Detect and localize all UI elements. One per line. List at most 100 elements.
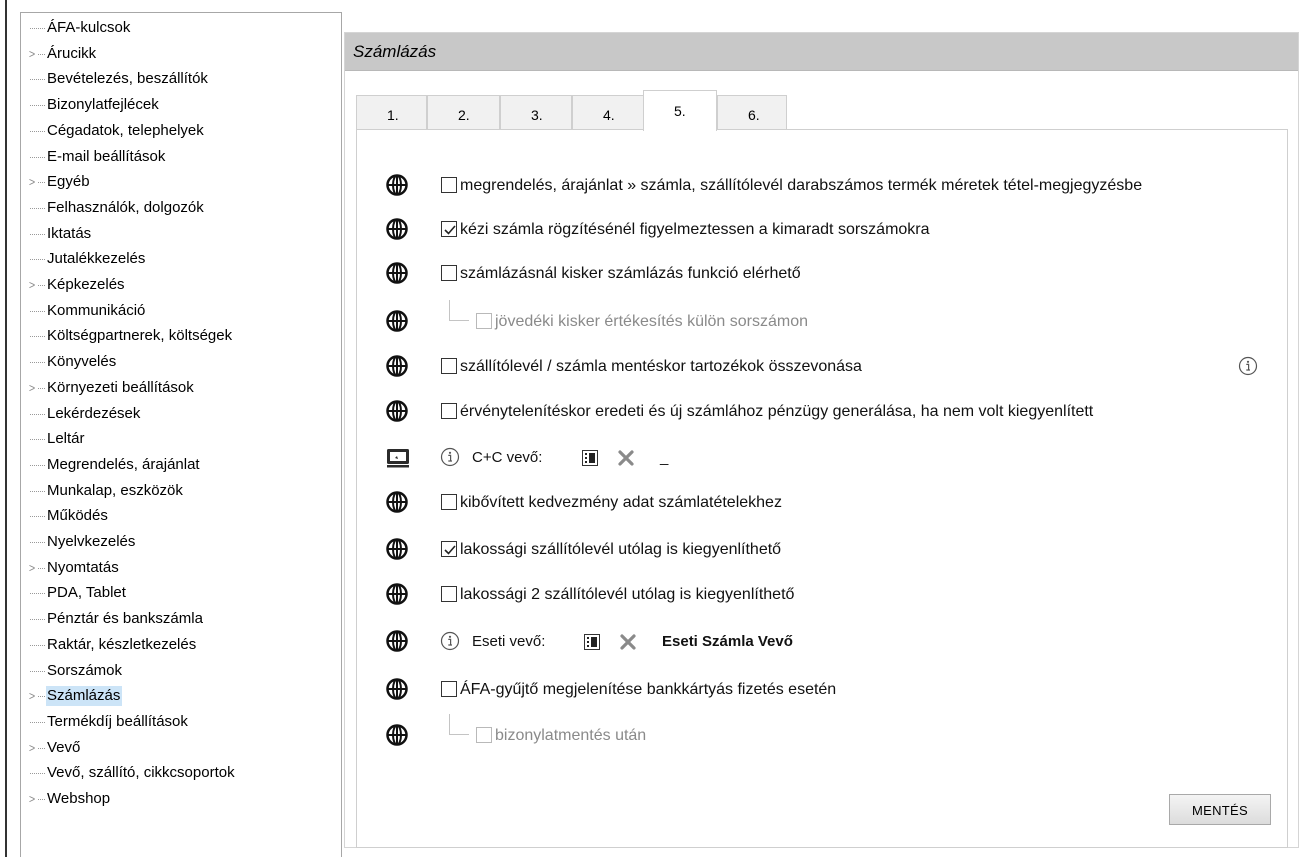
globe-icon[interactable] bbox=[386, 218, 408, 240]
tree-item[interactable]: > Nyomtatás bbox=[21, 555, 339, 581]
tree-item[interactable]: Felhasználók, dolgozók bbox=[21, 195, 339, 221]
tree-item[interactable]: Bizonylatfejlécek bbox=[21, 92, 339, 118]
tab-3[interactable]: 3. bbox=[500, 95, 572, 130]
globe-icon[interactable] bbox=[386, 491, 408, 513]
tree-item-label: Működés bbox=[47, 507, 108, 524]
checkbox[interactable] bbox=[441, 403, 457, 419]
globe-icon[interactable] bbox=[386, 538, 408, 560]
info-icon[interactable] bbox=[1238, 356, 1258, 376]
tree-item[interactable]: > Képkezelés bbox=[21, 272, 339, 298]
setting-label: ÁFA-gyűjtő megjelenítése bankkártyás fiz… bbox=[460, 681, 837, 698]
globe-icon[interactable] bbox=[386, 355, 408, 377]
tree-connector bbox=[38, 388, 45, 389]
tree-item[interactable]: Iktatás bbox=[21, 221, 339, 247]
checkbox[interactable] bbox=[476, 727, 492, 743]
tree-item[interactable]: > Számlázás bbox=[21, 683, 339, 709]
tree-item-label: Megrendelés, árajánlat bbox=[47, 456, 200, 473]
setting-label: bizonylatmentés után bbox=[495, 727, 647, 744]
setting-label: jövedéki kisker értékesítés külön sorszá… bbox=[495, 313, 809, 330]
checkbox[interactable] bbox=[441, 586, 457, 602]
chevron-right-icon[interactable]: > bbox=[28, 560, 37, 576]
clear-x-icon[interactable] bbox=[618, 450, 634, 466]
tree-item[interactable]: > Környezeti beállítások bbox=[21, 375, 339, 401]
tree-item-label: Raktár, készletkezelés bbox=[47, 636, 197, 653]
globe-icon[interactable] bbox=[386, 174, 408, 196]
tree-item[interactable]: E-mail beállítások bbox=[21, 144, 339, 170]
checkbox[interactable] bbox=[441, 681, 457, 697]
setting-subrow: jövedéki kisker értékesítés külön sorszá… bbox=[386, 300, 1286, 338]
tree-item[interactable]: > Vevő bbox=[21, 735, 339, 761]
globe-icon[interactable] bbox=[386, 583, 408, 605]
checkbox[interactable] bbox=[441, 358, 457, 374]
tree-item[interactable]: Megrendelés, árajánlat bbox=[21, 452, 339, 478]
checkbox[interactable] bbox=[441, 265, 457, 281]
tree-item[interactable]: Munkalap, eszközök bbox=[21, 478, 339, 504]
globe-icon[interactable] bbox=[386, 724, 408, 746]
tree-item[interactable]: Termékdíj beállítások bbox=[21, 709, 339, 735]
occasional-customer-row: Eseti vevő: Eseti Számla Vevő bbox=[386, 630, 1286, 658]
tree-connector bbox=[38, 54, 45, 55]
clear-x-icon[interactable] bbox=[620, 634, 636, 650]
globe-icon[interactable] bbox=[386, 678, 408, 700]
checkbox[interactable] bbox=[441, 177, 457, 193]
chevron-right-icon[interactable]: > bbox=[28, 380, 37, 396]
tree-connector bbox=[38, 696, 45, 697]
tree-item[interactable]: PDA, Tablet bbox=[21, 580, 339, 606]
tree-item[interactable]: > Árucikk bbox=[21, 41, 339, 67]
tree-connector bbox=[30, 542, 45, 543]
tree-item-label: Egyéb bbox=[47, 173, 90, 190]
window-frame-edge bbox=[5, 0, 7, 857]
tree-item[interactable]: Költségpartnerek, költségek bbox=[21, 323, 339, 349]
tree-item-label: Képkezelés bbox=[47, 276, 125, 293]
checkbox[interactable] bbox=[441, 221, 457, 237]
chevron-right-icon[interactable]: > bbox=[28, 688, 37, 704]
tree-item[interactable]: Nyelvkezelés bbox=[21, 529, 339, 555]
tree-item[interactable]: Működés bbox=[21, 503, 339, 529]
tree-item[interactable]: ÁFA-kulcsok bbox=[21, 15, 339, 41]
tree-item[interactable]: Lekérdezések bbox=[21, 401, 339, 427]
list-lookup-icon[interactable] bbox=[582, 450, 598, 466]
tree-item[interactable]: Vevő, szállító, cikkcsoportok bbox=[21, 760, 339, 786]
globe-icon[interactable] bbox=[386, 400, 408, 422]
globe-icon[interactable] bbox=[386, 630, 408, 652]
tab-6[interactable]: 6. bbox=[717, 95, 787, 130]
tree-connector bbox=[30, 465, 45, 466]
setting-row: kibővített kedvezmény adat számlatételek… bbox=[386, 491, 1286, 519]
save-button[interactable]: MENTÉS bbox=[1169, 794, 1271, 825]
settings-tree[interactable]: ÁFA-kulcsok > Árucikk Bevételezés, beszállí… bbox=[20, 12, 342, 857]
chevron-right-icon[interactable]: > bbox=[28, 174, 37, 190]
tab-2[interactable]: 2. bbox=[427, 95, 500, 130]
globe-icon[interactable] bbox=[386, 262, 408, 284]
page-title: Számlázás bbox=[345, 33, 1298, 71]
chevron-right-icon[interactable]: > bbox=[28, 277, 37, 293]
checkbox[interactable] bbox=[476, 313, 492, 329]
chevron-right-icon[interactable]: > bbox=[28, 46, 37, 62]
globe-icon[interactable] bbox=[386, 310, 408, 332]
info-icon[interactable] bbox=[440, 631, 460, 651]
list-lookup-icon[interactable] bbox=[584, 634, 600, 650]
tree-item[interactable]: > Webshop bbox=[21, 786, 339, 812]
checkbox[interactable] bbox=[441, 494, 457, 510]
tree-item[interactable]: > Egyéb bbox=[21, 169, 339, 195]
tree-item[interactable]: Pénztár és bankszámla bbox=[21, 606, 339, 632]
tree-item[interactable]: Jutalékkezelés bbox=[21, 246, 339, 272]
tree-item[interactable]: Raktár, készletkezelés bbox=[21, 632, 339, 658]
tree-connector bbox=[30, 336, 45, 337]
tree-item[interactable]: Könyvelés bbox=[21, 349, 339, 375]
tab-1[interactable]: 1. bbox=[356, 95, 427, 130]
tree-item[interactable]: Sorszámok bbox=[21, 658, 339, 684]
tree-item[interactable]: Bevételezés, beszállítók bbox=[21, 66, 339, 92]
chevron-right-icon[interactable]: > bbox=[28, 740, 37, 756]
tree-item-label: Iktatás bbox=[47, 225, 92, 242]
chevron-right-icon[interactable]: > bbox=[28, 791, 37, 807]
monitor-icon[interactable] bbox=[386, 448, 410, 468]
tree-item[interactable]: Leltár bbox=[21, 426, 339, 452]
tab-4[interactable]: 4. bbox=[572, 95, 644, 130]
setting-label: érvénytelenítéskor eredeti és új számláh… bbox=[460, 403, 1094, 420]
tree-item[interactable]: Cégadatok, telephelyek bbox=[21, 118, 339, 144]
tree-item[interactable]: Kommunikáció bbox=[21, 298, 339, 324]
tab-5[interactable]: 5. bbox=[643, 90, 717, 131]
checkbox[interactable] bbox=[441, 541, 457, 557]
info-icon[interactable] bbox=[440, 447, 460, 467]
tree-item-label: Vevő bbox=[47, 739, 81, 756]
